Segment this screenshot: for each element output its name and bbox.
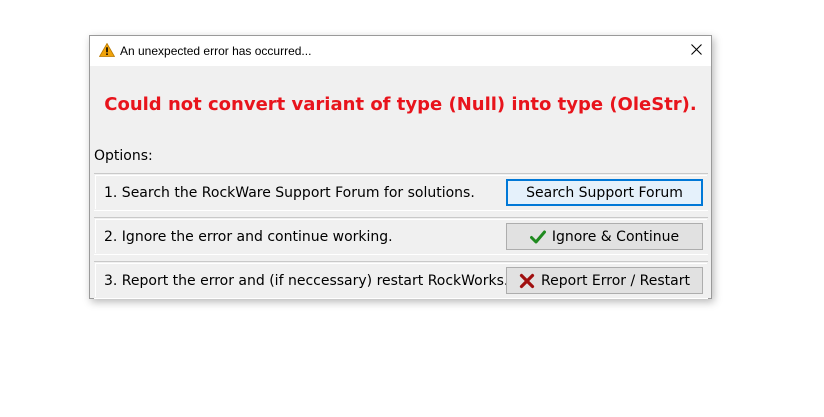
checkmark-icon xyxy=(529,229,546,245)
report-error-restart-button[interactable]: Report Error / Restart xyxy=(506,267,703,294)
close-button[interactable] xyxy=(681,36,711,66)
error-dialog: An unexpected error has occurred... Coul… xyxy=(89,35,712,299)
close-icon xyxy=(690,42,702,60)
ignore-continue-button[interactable]: Ignore & Continue xyxy=(506,223,703,250)
search-support-forum-label: Search Support Forum xyxy=(526,184,683,201)
options-label: Options: xyxy=(94,148,153,164)
dialog-title: An unexpected error has occurred... xyxy=(120,44,312,58)
error-message: Could not convert variant of type (Null)… xyxy=(104,94,697,115)
option-row-search: 1. Search the RockWare Support Forum for… xyxy=(94,173,708,211)
option-text-ignore: 2. Ignore the error and continue working… xyxy=(104,229,393,245)
option-row-report: 3. Report the error and (if neccessary) … xyxy=(94,261,708,299)
search-support-forum-button[interactable]: Search Support Forum xyxy=(506,179,703,206)
report-error-restart-label: Report Error / Restart xyxy=(541,272,690,289)
warning-icon xyxy=(98,42,116,57)
option-text-report: 3. Report the error and (if neccessary) … xyxy=(104,273,509,289)
option-text-search: 1. Search the RockWare Support Forum for… xyxy=(104,185,475,201)
x-mark-icon xyxy=(519,273,535,289)
ignore-continue-label: Ignore & Continue xyxy=(551,228,680,245)
option-row-ignore: 2. Ignore the error and continue working… xyxy=(94,217,708,255)
title-bar: An unexpected error has occurred... xyxy=(90,36,711,66)
